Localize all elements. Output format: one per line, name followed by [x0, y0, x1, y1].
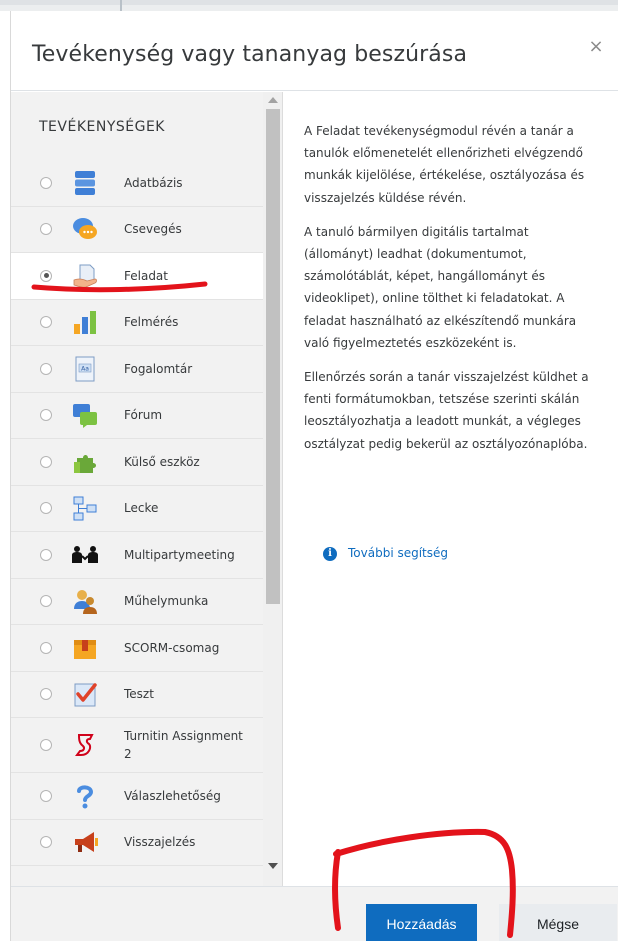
forum-icon [73, 404, 97, 429]
info-icon: i [323, 547, 337, 561]
activity-label: Felmérés [124, 315, 179, 330]
activity-radio[interactable] [40, 316, 52, 329]
activity-list: Adatbázis Csevegés Feladat Felmérés Aa F… [11, 160, 263, 866]
activity-item-visszajelzes[interactable]: Visszajelzés [11, 820, 263, 866]
activity-item-adatbazis[interactable]: Adatbázis [11, 160, 263, 207]
activity-radio[interactable] [40, 789, 52, 802]
activity-item-valaszlehetoseg[interactable]: Válaszlehetőség [11, 773, 263, 820]
section-title-activities: TEVÉKENYSÉGEK [39, 119, 165, 135]
activity-item-lecke[interactable]: Lecke [11, 486, 263, 532]
activity-item-feladat[interactable]: Feladat [11, 253, 263, 300]
description-paragraph-1: A Feladat tevékenységmodul révén a tanár… [304, 124, 585, 205]
activity-label: Fogalomtár [124, 361, 193, 376]
activity-label: Lecke [124, 501, 159, 516]
activity-item-muhelymunka[interactable]: Műhelymunka [11, 579, 263, 625]
activity-label: Visszajelzés [124, 835, 196, 850]
activity-radio[interactable] [40, 548, 52, 561]
activity-label: Műhelymunka [124, 594, 209, 609]
activity-radio[interactable] [40, 739, 52, 751]
chat-icon [73, 218, 97, 240]
dialog-body: TEVÉKENYSÉGEK Adatbázis Csevegés Feladat… [11, 92, 618, 886]
activity-radio-selected[interactable] [40, 269, 52, 282]
background-strip-divider [120, 0, 122, 11]
activity-radio[interactable] [40, 223, 52, 236]
description-paragraph-2: A tanuló bármilyen digitális tartalmat (… [304, 224, 577, 350]
activity-label: Teszt [124, 687, 154, 702]
activity-radio[interactable] [40, 836, 52, 849]
activity-label: Külső eszköz [124, 454, 200, 469]
meeting-icon [72, 545, 98, 563]
description-paragraph-3: Ellenőrzés során a tanár visszajelzést k… [304, 370, 589, 451]
activity-description-pane: A Feladat tevékenységmodul révén a tanár… [284, 92, 618, 886]
activity-item-forum[interactable]: Fórum [11, 393, 263, 439]
question-icon [77, 785, 94, 809]
activity-radio[interactable] [40, 176, 52, 189]
activity-label: Csevegés [124, 222, 182, 237]
package-icon [74, 639, 96, 659]
activity-label: SCORM-csomag [124, 640, 220, 655]
activity-label: Válaszlehetőség [124, 788, 221, 803]
activity-item-kulso-eszkoz[interactable]: Külső eszköz [11, 439, 263, 486]
workshop-icon [74, 590, 97, 615]
lesson-icon [73, 496, 97, 521]
activity-item-turnitin-assignment-2[interactable]: Turnitin Assignment 2 [11, 718, 263, 773]
database-icon [75, 170, 95, 195]
dialog-title: Tevékenység vagy tananyag beszúrása [32, 42, 468, 67]
activity-radio[interactable] [40, 455, 52, 468]
add-button[interactable]: Hozzáadás [366, 904, 477, 941]
svg-text:Aa: Aa [81, 365, 89, 372]
activity-label: Fórum [124, 408, 163, 423]
activity-radio[interactable] [40, 688, 52, 701]
background-strip-top [0, 0, 618, 5]
puzzle-icon [74, 454, 96, 473]
scroll-down-arrow-icon[interactable] [268, 863, 278, 869]
activity-label: Multipartymeeting [124, 547, 235, 562]
activity-chooser-list-pane: TEVÉKENYSÉGEK Adatbázis Csevegés Feladat… [11, 92, 283, 886]
assignment-icon [73, 264, 97, 288]
activity-item-multipartymeeting[interactable]: Multipartymeeting [11, 532, 263, 579]
scroll-up-arrow-icon[interactable] [268, 97, 278, 103]
activity-radio[interactable] [40, 641, 52, 654]
activity-radio[interactable] [40, 595, 52, 608]
quiz-icon [74, 683, 97, 707]
activity-label: Feladat [124, 268, 168, 283]
list-scrollbar[interactable] [263, 92, 282, 886]
activity-item-teszt[interactable]: Teszt [11, 672, 263, 718]
activity-item-fogalomtar[interactable]: Aa Fogalomtár [11, 346, 263, 393]
megaphone-icon [75, 832, 98, 853]
survey-chart-icon [74, 311, 96, 335]
activity-item-felmeres[interactable]: Felmérés [11, 300, 263, 346]
activity-label: Turnitin Assignment 2 [124, 729, 243, 761]
dialog-header: Tevékenység vagy tananyag beszúrása × [11, 11, 618, 91]
activity-radio[interactable] [40, 409, 52, 422]
glossary-icon: Aa [75, 356, 95, 382]
activity-item-csevegés[interactable]: Csevegés [11, 207, 263, 253]
add-activity-dialog: Tevékenység vagy tananyag beszúrása × TE… [10, 11, 618, 941]
activity-radio[interactable] [40, 502, 52, 515]
close-icon[interactable]: × [584, 35, 608, 59]
more-help-link-text[interactable]: További segítség [348, 546, 448, 560]
scrollbar-thumb[interactable] [266, 109, 280, 604]
turnitin-icon [75, 734, 94, 756]
activity-item-scorm-csomag[interactable]: SCORM-csomag [11, 625, 263, 672]
dialog-footer: Hozzáadás Mégse [11, 886, 618, 941]
cancel-button[interactable]: Mégse [499, 904, 617, 941]
activity-label: Adatbázis [124, 175, 183, 190]
background-page-strip [0, 0, 618, 11]
activity-radio[interactable] [40, 362, 52, 375]
